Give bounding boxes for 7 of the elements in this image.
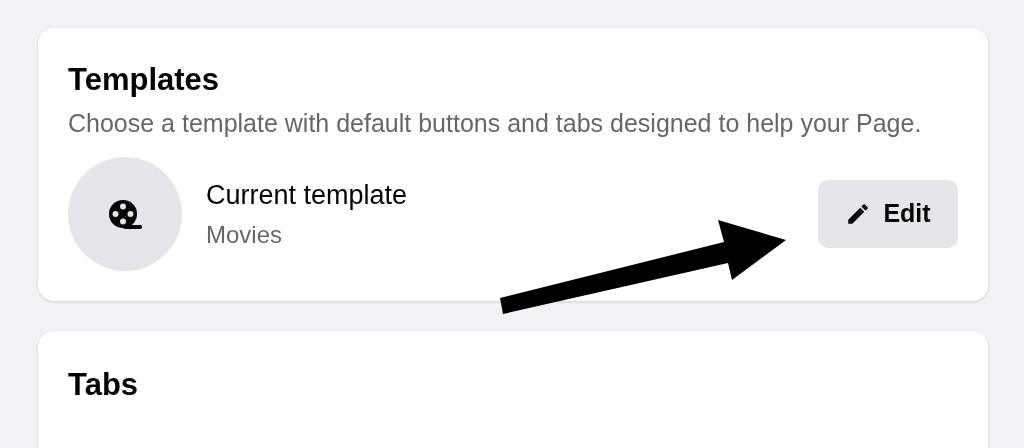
film-reel-icon [108,199,142,229]
template-name: Movies [206,220,284,250]
card-title: Templates [68,62,221,98]
edit-button[interactable]: Edit [818,180,958,248]
card-title: Tabs [68,367,139,402]
card-description: Choose a template with default buttons and tabs designed to help your Page. [68,108,923,139]
template-label: Current template [206,179,408,212]
